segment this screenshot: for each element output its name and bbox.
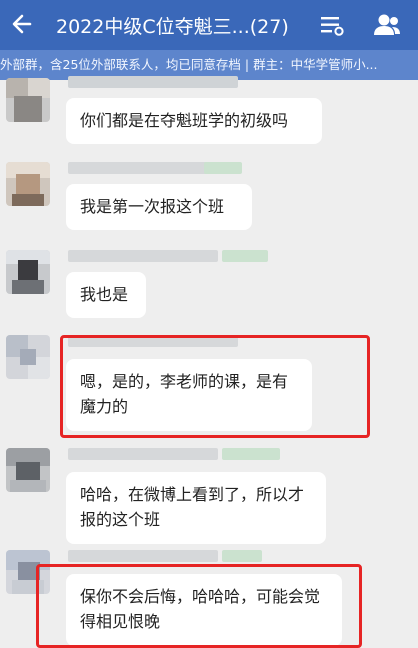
message-bubble: 我也是 [66, 272, 146, 318]
message-bubble: 你们都是在夺魁班学的初级吗 [66, 98, 322, 144]
highlight-box [60, 335, 370, 438]
sender-name [68, 448, 218, 460]
message-5: 哈哈，在微博上看到了，所以才报的这个班 [0, 448, 418, 548]
message-2: 我是第一次报这个班 [0, 160, 418, 250]
message-1: 你们都是在夺魁班学的初级吗 [0, 76, 418, 160]
top-bar: 2022中级C位夺魁三...(27) [0, 0, 418, 50]
sender-name [68, 76, 238, 88]
avatar[interactable] [6, 335, 50, 379]
sender-name [68, 250, 218, 262]
avatar[interactable] [6, 250, 50, 294]
sender-tag [204, 162, 242, 174]
sender-name [68, 550, 218, 562]
settings-lines-icon[interactable] [318, 12, 346, 38]
chat-area: 你们都是在夺魁班学的初级吗 我是第一次报这个班 我也是 嗯，是的，李老师的课，是… [0, 76, 418, 648]
arrow-left-icon[interactable] [8, 9, 36, 39]
sender-tag [222, 550, 262, 562]
group-members-icon[interactable] [372, 11, 402, 39]
message-3: 我也是 [0, 250, 418, 335]
sender-tag [222, 250, 268, 262]
sender-tag [222, 448, 280, 460]
avatar[interactable] [6, 448, 50, 492]
message-bubble: 哈哈，在微博上看到了，所以才报的这个班 [66, 472, 326, 544]
message-bubble: 我是第一次报这个班 [66, 184, 252, 230]
chat-title: 2022中级C位夺魁三...(27) [56, 16, 289, 38]
avatar[interactable] [6, 162, 50, 206]
sender-name [68, 162, 218, 174]
highlight-box [36, 564, 362, 648]
avatar[interactable] [6, 78, 50, 122]
